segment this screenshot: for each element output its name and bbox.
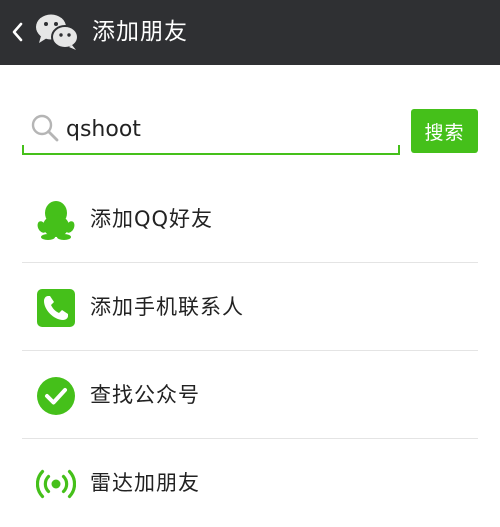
wechat-logo-icon [36,14,79,50]
menu-item-label: 添加手机联系人 [90,295,244,319]
search-icon [31,114,59,142]
search-button[interactable]: 搜索 [411,109,478,153]
top-bar: 添加朋友 [0,0,500,65]
search-field[interactable] [22,105,400,155]
menu-item-label: 雷达加朋友 [90,471,200,495]
page-title: 添加朋友 [92,19,188,45]
checkmark-circle-icon [37,377,75,415]
menu-item-radar-add-friend[interactable]: 雷达加朋友 [0,439,500,527]
menu-item-find-official-account[interactable]: 查找公众号 [0,351,500,439]
phone-icon [37,289,75,327]
search-row: 搜索 [0,65,500,175]
search-input[interactable] [66,109,386,149]
menu-item-label: 添加QQ好友 [90,207,214,231]
menu-item-add-phone-contacts[interactable]: 添加手机联系人 [0,263,500,351]
back-button[interactable] [6,14,28,50]
menu-item-label: 查找公众号 [90,383,200,407]
qq-penguin-icon [37,201,75,240]
add-friend-menu: 添加QQ好友 添加手机联系人 查找公众号 雷达加朋友 [0,175,500,527]
menu-item-add-qq-friend[interactable]: 添加QQ好友 [0,175,500,263]
chevron-left-icon [12,22,23,42]
radar-icon [36,469,76,499]
